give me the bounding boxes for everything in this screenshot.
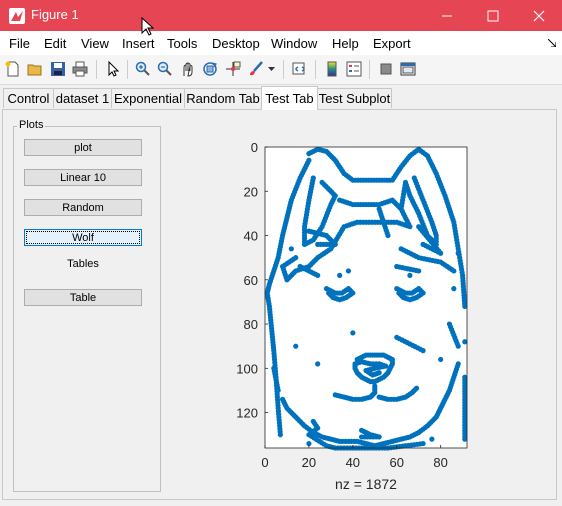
spy-point-jaw	[359, 434, 365, 440]
x-tick-label: 40	[346, 455, 360, 470]
spy-point-forehead	[451, 268, 457, 274]
x-tick-label: 20	[302, 455, 316, 470]
y-axis: 0 20 40 60 80 100 120	[236, 140, 268, 421]
spy-point-speckle	[455, 343, 461, 349]
spy-point-left-ear	[319, 179, 325, 186]
spy-point-right-ear	[416, 224, 422, 230]
y-tick-label: 120	[236, 406, 258, 421]
y-tick-label: 100	[236, 361, 258, 376]
spy-point-speckle	[455, 250, 461, 256]
spy-point-speckle	[288, 246, 294, 252]
spy-point-speckle	[275, 387, 281, 394]
spy-point-mouth	[332, 392, 338, 398]
spy-point-speckle	[407, 272, 413, 278]
spy-point-jaw	[420, 440, 426, 447]
spy-chart[interactable]: 0 20 40 60 80 0 20 40 60 80 100 120 nz = 1872	[0, 0, 562, 506]
mouse-cursor-icon	[141, 17, 155, 36]
spy-point-speckle	[394, 334, 400, 340]
spy-point-mouth	[413, 385, 420, 391]
y-tick-label: 60	[244, 273, 258, 288]
spy-point-speckle	[385, 232, 391, 239]
tab-label: Test Tab	[265, 91, 314, 106]
spy-point-jaw	[455, 361, 461, 367]
spy-point-outline	[277, 432, 283, 438]
spy-point-speckle	[345, 268, 352, 274]
spy-point-speckle	[451, 286, 457, 292]
x-tick-label: 60	[390, 455, 404, 470]
spy-point-left-ear	[315, 241, 321, 247]
y-tick-label: 0	[251, 140, 258, 155]
spy-point-speckle	[394, 263, 400, 270]
y-tick-label: 80	[244, 317, 258, 332]
x-tick-label: 80	[433, 455, 447, 470]
spy-point-jaw	[429, 436, 435, 442]
spy-point-nose	[376, 370, 382, 376]
spy-point-speckle	[315, 272, 321, 278]
spy-point-speckle	[438, 356, 444, 363]
x-axis-label: nz = 1872	[335, 476, 397, 492]
spy-point-right-eye	[396, 290, 402, 296]
spy-point-speckle	[315, 361, 321, 367]
x-tick-label: 0	[261, 455, 268, 470]
tab-test-tab[interactable]: Test Tab	[261, 86, 318, 110]
y-tick-label: 20	[244, 184, 258, 199]
y-tick-label: 40	[244, 229, 258, 244]
spy-point-speckle	[337, 272, 343, 278]
spy-point-left-eye	[326, 290, 332, 296]
spy-point-forehead	[293, 255, 299, 261]
spy-point-speckle	[293, 343, 299, 349]
spy-point-speckle	[350, 330, 356, 336]
